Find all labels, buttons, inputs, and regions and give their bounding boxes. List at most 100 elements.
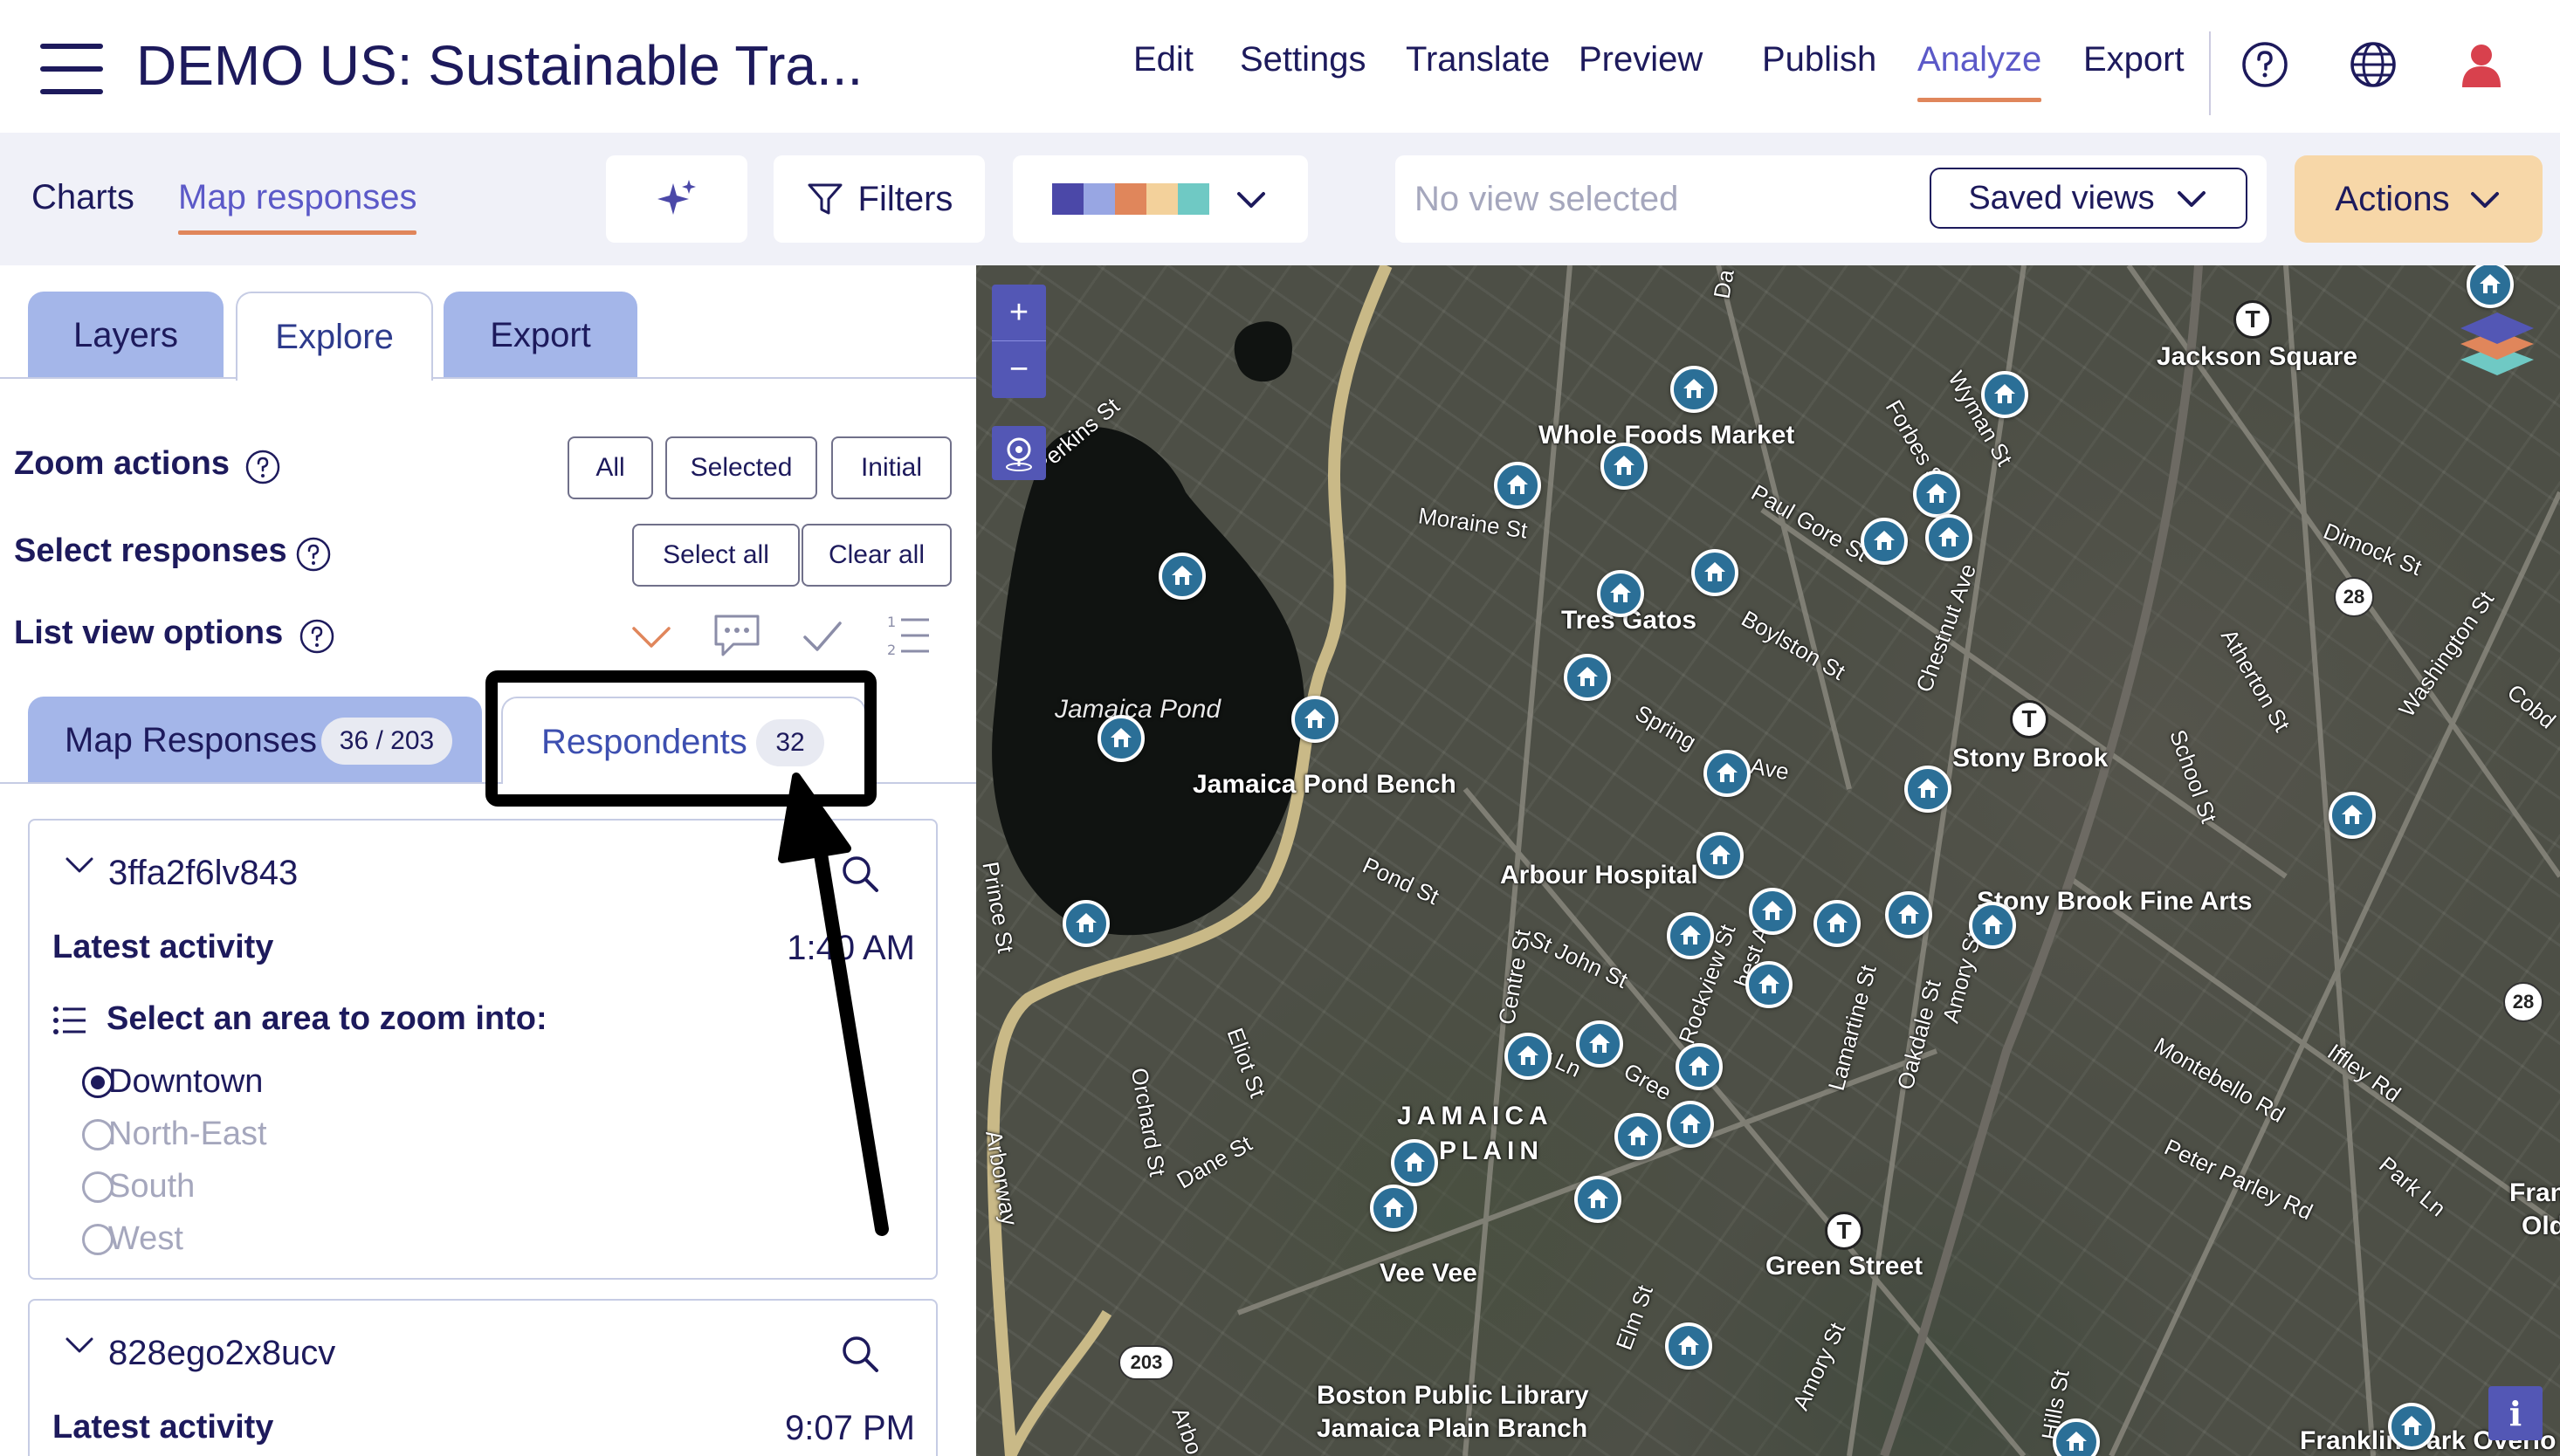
response-pin[interactable]	[1391, 1139, 1438, 1186]
transit-marker[interactable]: T	[1825, 1212, 1863, 1250]
filter-icon	[808, 183, 843, 215]
zoom-initial-button[interactable]: Initial	[831, 436, 952, 499]
response-pin[interactable]	[1665, 1322, 1712, 1370]
question-text: Select an area to zoom into:	[107, 1000, 547, 1037]
nav-settings[interactable]: Settings	[1240, 40, 1366, 79]
select-all-button[interactable]: Select all	[632, 524, 800, 587]
response-pin[interactable]	[1981, 371, 2028, 418]
response-pin[interactable]	[1370, 1185, 1417, 1232]
response-pin[interactable]	[1670, 366, 1717, 413]
tab-explore[interactable]: Explore	[236, 292, 433, 381]
respondent-card: 3ffa2f6lv843 Latest activity 1:40 AM Sel…	[28, 819, 938, 1280]
response-pin[interactable]	[1614, 1113, 1662, 1160]
zoom-out-button[interactable]: −	[992, 341, 1046, 398]
nav-publish[interactable]: Publish	[1762, 40, 1876, 79]
response-pin[interactable]	[1600, 443, 1648, 490]
response-pin[interactable]	[1576, 1020, 1623, 1068]
response-pin[interactable]	[1749, 888, 1796, 935]
response-pin[interactable]	[1597, 570, 1644, 617]
zoom-in-button[interactable]: +	[992, 285, 1046, 341]
response-pin[interactable]	[1969, 902, 2016, 949]
response-pin[interactable]	[1703, 750, 1751, 797]
response-pin[interactable]	[1745, 961, 1793, 1008]
radio-unselected	[82, 1171, 114, 1203]
nav-analyze[interactable]: Analyze	[1917, 40, 2042, 102]
tab-charts[interactable]: Charts	[31, 178, 134, 217]
help-icon[interactable]	[244, 449, 281, 485]
filters-button[interactable]: Filters	[774, 155, 985, 243]
option-downtown: Downtown	[82, 1063, 263, 1101]
locate-button[interactable]	[992, 426, 1046, 480]
map-responses-tab[interactable]: Map Responses 36 / 203	[28, 697, 482, 784]
chevron-down-icon[interactable]	[65, 855, 94, 875]
tab-layers[interactable]: Layers	[28, 292, 224, 379]
search-icon[interactable]	[840, 1334, 880, 1374]
response-pin[interactable]	[1504, 1033, 1552, 1080]
view-placeholder: No view selected	[1414, 180, 1679, 218]
response-pin[interactable]	[1676, 1043, 1723, 1090]
menu-icon[interactable]	[40, 44, 103, 94]
response-pin[interactable]	[2388, 1403, 2435, 1450]
house-icon	[1304, 709, 1325, 728]
chevron-down-icon[interactable]	[627, 611, 676, 660]
actions-button[interactable]: Actions	[2295, 155, 2543, 243]
color-palette-select[interactable]	[1013, 155, 1308, 243]
saved-views-button[interactable]: Saved views	[1930, 168, 2247, 229]
check-icon[interactable]	[798, 611, 847, 660]
map-view[interactable]: Jackson Square Whole Foods Market Perkin…	[976, 265, 2560, 1456]
response-pin[interactable]	[1063, 900, 1110, 947]
response-pin[interactable]	[1564, 654, 1611, 701]
response-pin[interactable]	[1925, 514, 1972, 561]
help-icon[interactable]	[295, 536, 332, 573]
tab-divider	[0, 377, 976, 379]
map-responses-label: Map Responses	[65, 721, 318, 759]
ai-insights-button[interactable]	[606, 155, 747, 243]
globe-icon[interactable]	[2349, 40, 2398, 89]
analyze-toolbar: Charts Map responses Filters No view sel…	[0, 133, 2560, 265]
response-pin[interactable]	[1913, 470, 1960, 518]
map-label: Da	[1708, 267, 1739, 301]
response-pin[interactable]	[1696, 832, 1744, 879]
response-pin[interactable]	[1098, 715, 1145, 762]
search-icon[interactable]	[840, 854, 880, 894]
help-icon[interactable]	[299, 618, 335, 655]
info-button[interactable]: i	[2488, 1386, 2543, 1440]
palette-swatch	[1084, 183, 1115, 215]
response-pin[interactable]	[2329, 792, 2376, 839]
response-pin[interactable]	[1691, 549, 1738, 596]
response-pin[interactable]	[1813, 900, 1861, 947]
house-icon	[1683, 379, 1704, 398]
response-pin[interactable]	[1159, 553, 1206, 600]
layers-icon[interactable]	[2453, 292, 2541, 379]
project-title: DEMO US: Sustainable Tra...	[136, 34, 864, 97]
response-pin[interactable]	[1667, 1101, 1714, 1148]
transit-marker[interactable]: T	[2010, 700, 2048, 738]
house-icon	[1874, 531, 1895, 550]
tab-map-responses[interactable]: Map responses	[178, 178, 417, 235]
nav-preview[interactable]: Preview	[1579, 40, 1703, 79]
response-pin[interactable]	[1861, 518, 1908, 565]
chevron-down-icon[interactable]	[65, 1336, 94, 1355]
nav-translate[interactable]: Translate	[1406, 40, 1550, 79]
response-pin[interactable]	[1494, 462, 1541, 509]
response-pin[interactable]	[1291, 696, 1338, 743]
nav-export[interactable]: Export	[2083, 40, 2185, 79]
clear-all-button[interactable]: Clear all	[802, 524, 952, 587]
response-pin[interactable]	[1885, 891, 1932, 938]
numbered-list-icon[interactable]: 1 2	[884, 611, 932, 660]
response-pin[interactable]	[1667, 912, 1714, 959]
location-pin-icon	[1006, 437, 1032, 471]
help-icon[interactable]	[2240, 40, 2289, 89]
map-label: Whole Foods Market	[1538, 421, 1795, 450]
comment-icon[interactable]	[712, 611, 761, 660]
user-icon[interactable]	[2457, 40, 2506, 89]
nav-edit[interactable]: Edit	[1133, 40, 1194, 79]
tab-export[interactable]: Export	[444, 292, 637, 379]
response-pin[interactable]	[1904, 766, 1951, 813]
zoom-selected-button[interactable]: Selected	[665, 436, 817, 499]
view-search-field[interactable]: No view selected Saved views	[1395, 155, 2267, 243]
zoom-all-button[interactable]: All	[568, 436, 653, 499]
response-pin[interactable]	[1574, 1176, 1621, 1223]
transit-marker[interactable]: T	[2233, 300, 2272, 339]
respondent-card: 828ego2x8ucv Latest activity 9:07 PM	[28, 1299, 938, 1456]
